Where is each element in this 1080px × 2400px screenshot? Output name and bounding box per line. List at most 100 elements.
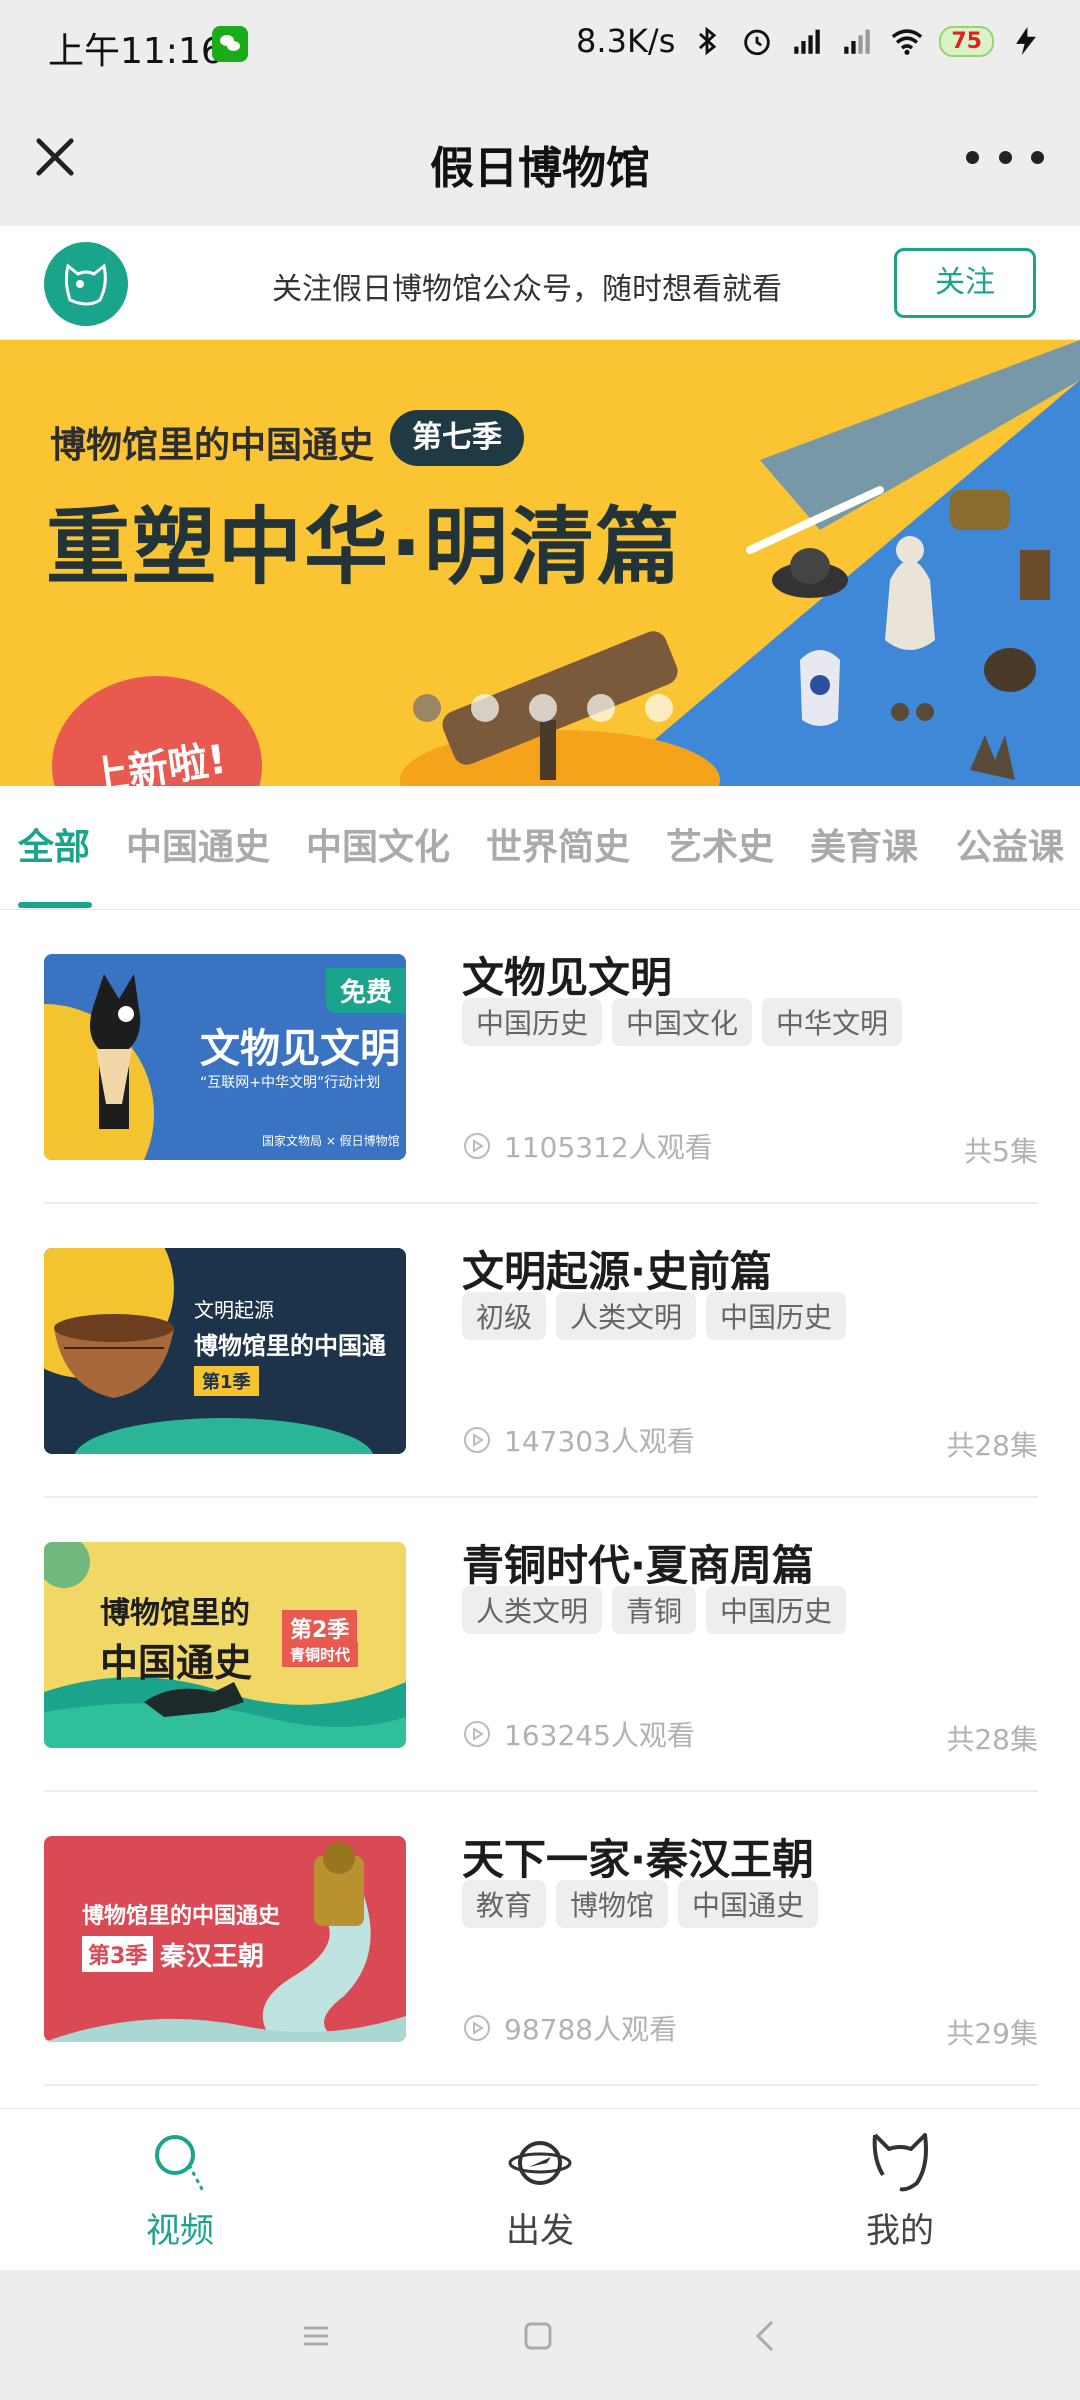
tab-all[interactable]: 全部 xyxy=(18,818,90,870)
app-header: 假日博物馆 xyxy=(0,90,1080,226)
carousel-dot[interactable] xyxy=(645,694,673,722)
dot-icon xyxy=(1031,150,1044,164)
episode-count: 共28集 xyxy=(946,1723,1038,1756)
course-tag: 人类文明 xyxy=(462,1586,603,1634)
course-item[interactable]: 博物馆里的中国通史 第3季 秦汉王朝 天下一家·秦汉王朝 教育 博物馆 中国通史… xyxy=(44,1792,1038,2086)
tab-art-history[interactable]: 艺术史 xyxy=(666,818,774,870)
signal-hd-icon-2 xyxy=(844,29,871,54)
view-count-text: 98788人观看 xyxy=(504,2013,678,2046)
thumbnail-title: 文物见文明 xyxy=(200,1026,400,1072)
follow-banner: 关注假日博物馆公众号，随时想看就看 关注 xyxy=(0,226,1080,340)
category-tabs: 全部 中国通史 中国文化 世界简史 艺术史 美育课 公益课 xyxy=(0,786,1080,910)
thumbnail-season-sub: 青铜时代 xyxy=(282,1642,359,1667)
museum-logo-icon xyxy=(44,242,128,326)
carousel-dot[interactable] xyxy=(471,694,499,722)
alarm-icon xyxy=(744,29,771,56)
tab-public-welfare[interactable]: 公益课 xyxy=(956,818,1064,870)
thumbnail-line1: 博物馆里的中国通史 xyxy=(82,1904,281,1929)
follow-prompt-text: 关注假日博物馆公众号，随时想看就看 xyxy=(272,272,782,307)
signal-hd-icon xyxy=(794,29,821,54)
episode-count: 共29集 xyxy=(946,2017,1038,2050)
course-thumbnail: 文明起源 博物馆里的中国通史 第1季 xyxy=(44,1248,406,1454)
course-thumbnail: 免费 文物见文明 “互联网+中华文明”行动计划 国家文物局 × 假日博物馆 xyxy=(44,954,406,1160)
wechat-notification-icon xyxy=(212,26,248,62)
thumbnail-footer: 国家文物局 × 假日博物馆 xyxy=(262,1134,400,1148)
thumbnail-season: 第1季 xyxy=(194,1366,259,1396)
menu-icon[interactable] xyxy=(296,2316,336,2356)
carousel-dot[interactable] xyxy=(529,694,557,722)
play-icon xyxy=(464,1427,490,1453)
tab-active-indicator xyxy=(18,902,92,908)
view-count: 98788人观看 xyxy=(462,2008,677,2048)
follow-button[interactable]: 关注 xyxy=(894,248,1036,318)
course-thumbnail: 博物馆里的中国通史 第3季 秦汉王朝 xyxy=(44,1836,406,2042)
thumbnail-season: 第3季 xyxy=(82,1936,154,1972)
status-time: 上午11:16 xyxy=(48,31,224,72)
thumbnail-line1: 博物馆里的 xyxy=(100,1596,250,1631)
free-badge: 免费 xyxy=(325,968,406,1013)
view-count-text: 163245人观看 xyxy=(504,1719,695,1752)
course-item[interactable]: 免费 文物见文明 “互联网+中华文明”行动计划 国家文物局 × 假日博物馆 文物… xyxy=(44,910,1038,1204)
course-tag: 中国历史 xyxy=(462,998,603,1046)
play-icon xyxy=(464,2015,490,2041)
bottom-navigation: 视频 出发 我的 xyxy=(0,2108,1080,2270)
course-tag: 青铜 xyxy=(612,1586,697,1634)
tab-world-history[interactable]: 世界简史 xyxy=(486,818,630,870)
dot-icon xyxy=(998,150,1012,164)
home-icon[interactable] xyxy=(518,2316,558,2356)
episode-count: 共5集 xyxy=(964,1135,1038,1168)
page-title: 假日博物馆 xyxy=(430,143,650,194)
carousel-banner[interactable]: 博物馆里的中国通史 第七季 重塑中华·明清篇 上新啦! xyxy=(0,340,1080,786)
carousel-dot[interactable] xyxy=(587,694,615,722)
course-thumbnail: 博物馆里的 中国通史 第2季 青铜时代 xyxy=(44,1542,406,1748)
play-icon xyxy=(464,1133,490,1159)
course-tags: 教育 博物馆 中国通史 xyxy=(462,1880,819,1928)
course-title: 文明起源·史前篇 xyxy=(462,1247,772,1296)
globe-plane-icon xyxy=(508,2141,572,2185)
cat-logo-icon xyxy=(64,263,107,306)
tab-chinese-history[interactable]: 中国通史 xyxy=(126,818,270,870)
nav-profile[interactable]: 我的 xyxy=(810,2129,990,2252)
tab-chinese-culture[interactable]: 中国文化 xyxy=(306,818,450,870)
view-count: 1105312人观看 xyxy=(462,1126,713,1166)
thumbnail-season: 第2季 xyxy=(282,1610,358,1646)
status-bar: 上午11:16 8.3K/s 75 xyxy=(0,0,1080,90)
more-options-icon[interactable] xyxy=(966,142,1044,172)
course-tag: 初级 xyxy=(462,1292,547,1340)
nav-video[interactable]: 视频 xyxy=(90,2129,270,2252)
dot-icon xyxy=(966,150,979,164)
status-indicators: 8.3K/s 75 xyxy=(576,22,1044,60)
course-tag: 中国历史 xyxy=(706,1586,847,1634)
course-tags: 中国历史 中国文化 中华文明 xyxy=(462,998,903,1046)
cat-ears-icon xyxy=(872,2133,928,2192)
back-icon[interactable] xyxy=(746,2316,786,2356)
course-tag: 中国历史 xyxy=(706,1292,847,1340)
view-count-text: 147303人观看 xyxy=(504,1425,695,1458)
nav-explore[interactable]: 出发 xyxy=(450,2129,630,2252)
tab-aesthetic-education[interactable]: 美育课 xyxy=(810,818,918,870)
nav-label: 我的 xyxy=(866,2211,934,2251)
charging-icon xyxy=(1016,26,1036,56)
system-navigation-bar xyxy=(0,2270,1080,2400)
carousel-indicators xyxy=(0,694,1080,722)
wifi-icon xyxy=(892,29,923,55)
nav-label: 出发 xyxy=(506,2211,574,2251)
banner-title: 重塑中华·明清篇 xyxy=(46,498,682,596)
play-icon xyxy=(464,1721,490,1747)
course-tag: 教育 xyxy=(462,1880,547,1928)
thumbnail-line2: 秦汉王朝 xyxy=(160,1942,265,1972)
course-tag: 中华文明 xyxy=(762,998,903,1046)
course-tags: 初级 人类文明 中国历史 xyxy=(462,1292,847,1340)
course-item[interactable]: 文明起源 博物馆里的中国通史 第1季 文明起源·史前篇 初级 人类文明 中国历史… xyxy=(44,1204,1038,1498)
course-title: 天下一家·秦汉王朝 xyxy=(462,1835,814,1884)
course-tag: 博物馆 xyxy=(556,1880,669,1928)
course-item[interactable]: 博物馆里的 中国通史 第2季 青铜时代 青铜时代·夏商周篇 人类文明 青铜 中国… xyxy=(44,1498,1038,1792)
episode-count: 共28集 xyxy=(946,1429,1038,1462)
view-count-text: 1105312人观看 xyxy=(504,1131,713,1164)
carousel-dot[interactable] xyxy=(413,694,441,722)
course-tag: 中国通史 xyxy=(678,1880,819,1928)
magnifier-icon xyxy=(155,2135,205,2192)
view-count: 147303人观看 xyxy=(462,1420,695,1460)
course-tag: 人类文明 xyxy=(556,1292,697,1340)
banner-subtitle: 博物馆里的中国通史 xyxy=(50,425,375,466)
